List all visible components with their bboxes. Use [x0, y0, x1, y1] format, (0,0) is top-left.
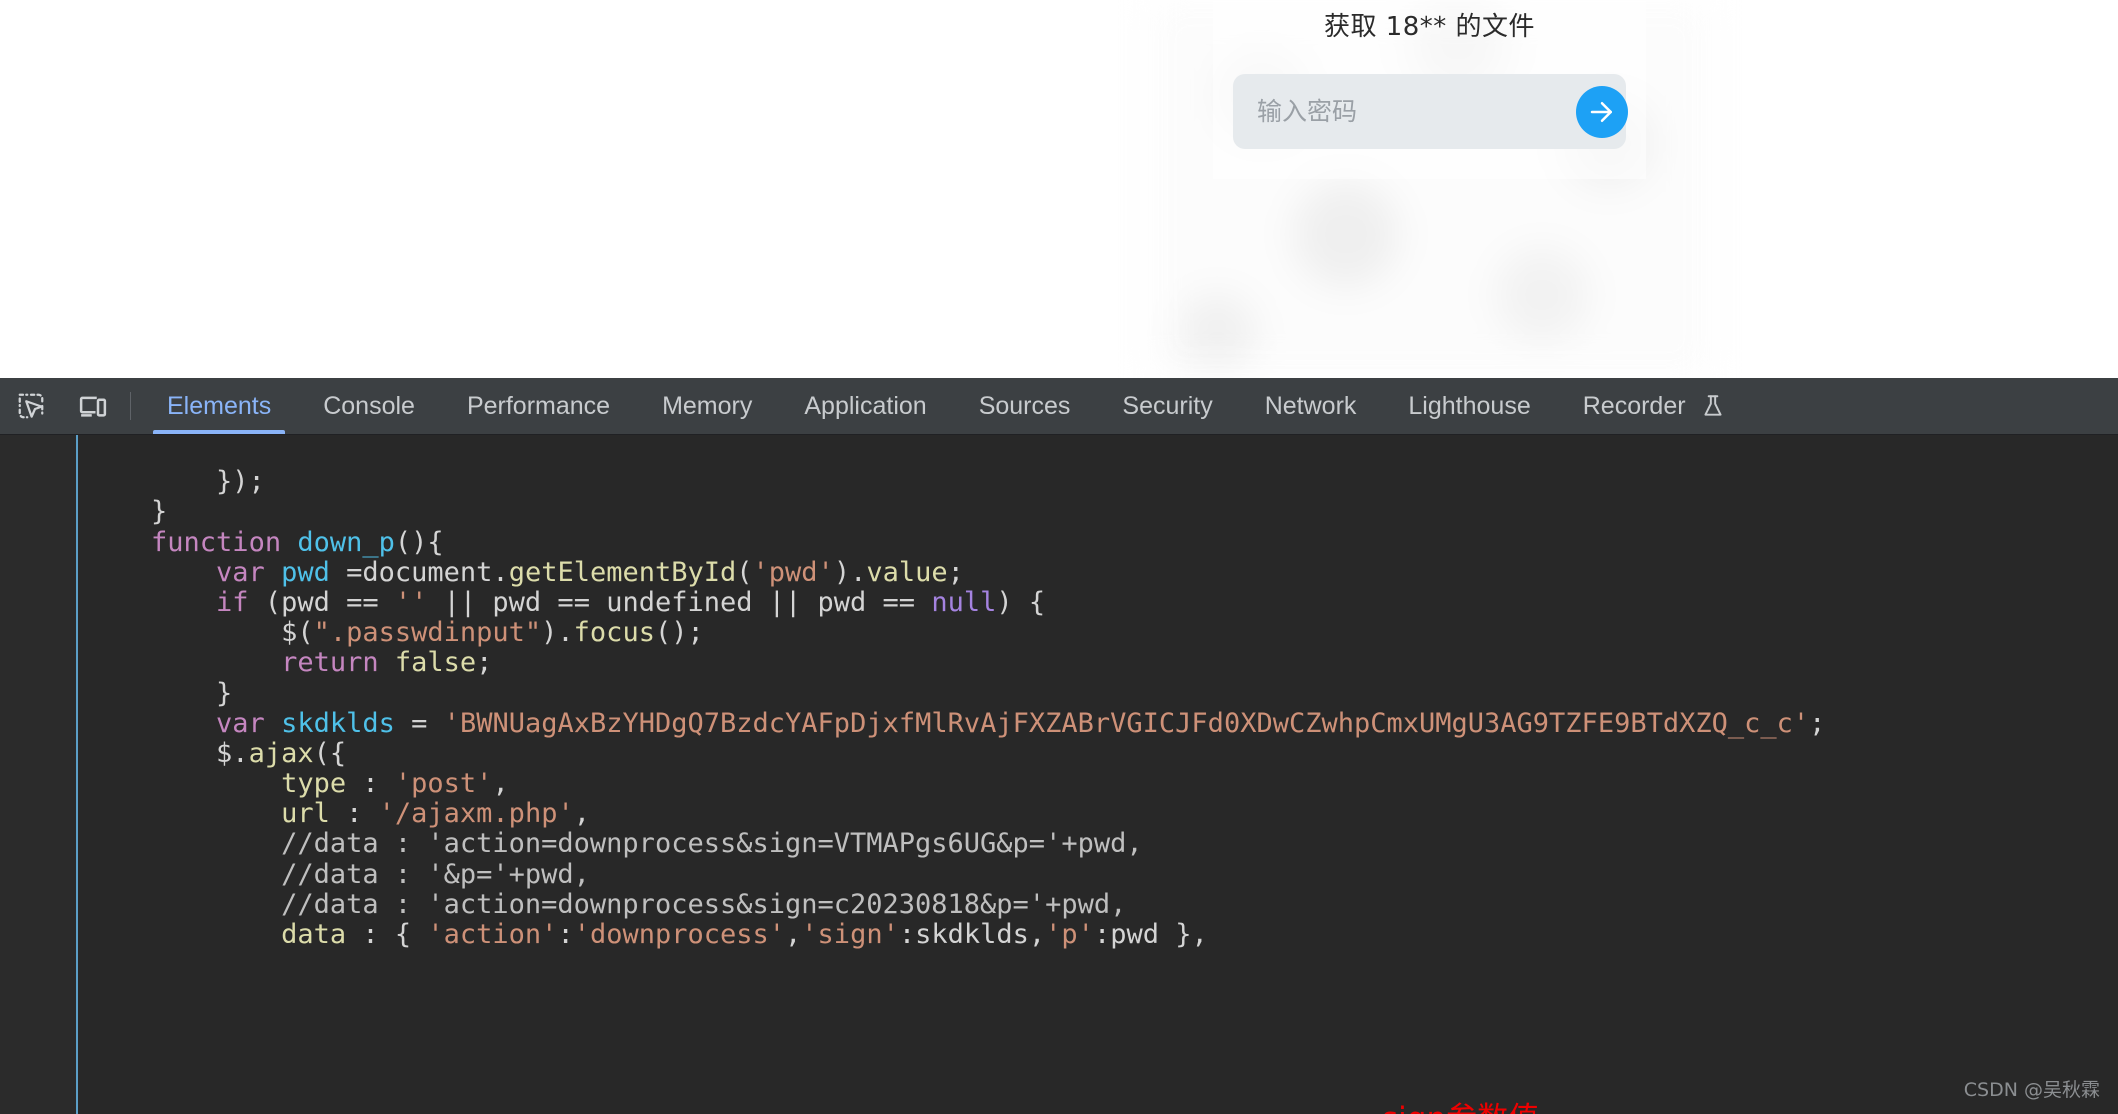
- web-page-area: 获取 18** 的文件: [0, 0, 2118, 378]
- tab-network-label: Network: [1264, 391, 1357, 420]
- tab-performance[interactable]: Performance: [441, 378, 636, 434]
- tab-application-label: Application: [804, 391, 927, 420]
- toolbar-divider: [130, 392, 131, 420]
- experiment-flask-icon: [1700, 393, 1726, 419]
- page-title: 获取 18** 的文件: [1323, 12, 1536, 42]
- code-line: data : { 'action':'downprocess','sign':s…: [281, 919, 1208, 951]
- code-line: });: [86, 466, 265, 498]
- tab-lighthouse[interactable]: Lighthouse: [1382, 378, 1556, 434]
- code-line: var pwd =document.getElementById('pwd').…: [216, 556, 964, 588]
- code-line: return false;: [281, 647, 493, 679]
- tab-sources[interactable]: Sources: [953, 378, 1097, 434]
- inspect-element-button[interactable]: [0, 378, 62, 434]
- commented-data-line: //data : 'action=downprocess&sign=VTMAPg…: [86, 828, 1143, 860]
- watermark: CSDN @吴秋霖: [1963, 1079, 2100, 1101]
- tab-network[interactable]: Network: [1239, 378, 1383, 434]
- tab-console[interactable]: Console: [297, 378, 441, 434]
- tab-lighthouse-label: Lighthouse: [1408, 391, 1531, 420]
- commented-data-line: //data : 'action=downprocess&sign=c20230…: [86, 888, 1127, 920]
- code-line: //data : '&p='+pwd,: [86, 858, 2118, 890]
- screenshot-root: 获取 18** 的文件 输入密码 Elements Console Perfor…: [0, 0, 2118, 1114]
- code-line: function down_p(){: [151, 526, 444, 558]
- device-toolbar-button[interactable]: [62, 378, 124, 434]
- tab-sources-label: Sources: [978, 391, 1071, 420]
- sign-value: BWNUagAxBzYHDgQ7BzdcYAFpDjxfMlRvAjFXZABr…: [459, 707, 1793, 739]
- code-line: }: [86, 496, 168, 528]
- code-line: $(".passwdinput").focus();: [86, 617, 704, 649]
- devtools-panel: Elements Console Performance Memory Appl…: [0, 378, 2118, 1114]
- tab-application[interactable]: Application: [778, 378, 952, 434]
- code-line: $.ajax({: [86, 737, 347, 769]
- code-content: }); } function down_p(){ var pwd =docume…: [86, 437, 2118, 1114]
- arrow-right-icon: [1587, 97, 1617, 127]
- editor-gutter: [0, 435, 78, 1114]
- submit-button[interactable]: [1576, 85, 1628, 138]
- download-password-panel: 获取 18** 的文件: [1213, 0, 1646, 179]
- tab-memory-label: Memory: [662, 391, 753, 420]
- inspect-element-icon: [16, 391, 46, 421]
- source-code-viewer[interactable]: }); } function down_p(){ var pwd =docume…: [0, 435, 2118, 1114]
- code-line: }: [86, 677, 233, 709]
- tab-security-label: Security: [1122, 391, 1213, 420]
- password-input-row[interactable]: [1233, 74, 1628, 149]
- tab-console-label: Console: [323, 391, 415, 420]
- sign-variable-name: skdklds: [281, 707, 395, 739]
- code-line: url : '/ajaxm.php',: [281, 798, 590, 830]
- tab-elements[interactable]: Elements: [141, 378, 297, 434]
- code-line: //data : 'action=downprocess&sign=VTMAPg…: [86, 829, 2118, 859]
- code-line: type : 'post',: [281, 768, 509, 800]
- tab-security[interactable]: Security: [1096, 378, 1238, 434]
- sign-annotation-label: sign参数值: [1382, 1093, 1539, 1114]
- device-toolbar-icon: [78, 391, 108, 421]
- code-line: var skdklds = 'BWNUagAxBzYHDgQ7BzdcYAFpD…: [216, 707, 1826, 739]
- devtools-toolbar: Elements Console Performance Memory Appl…: [0, 378, 2118, 435]
- devtools-tab-strip: Elements Console Performance Memory Appl…: [141, 378, 2118, 434]
- tab-recorder[interactable]: Recorder: [1557, 378, 1752, 434]
- tab-recorder-label: Recorder: [1582, 391, 1686, 420]
- commented-data-line: //data : '&p='+pwd,: [86, 858, 590, 890]
- tab-elements-label: Elements: [167, 391, 272, 420]
- code-line: if (pwd == '' || pwd == undefined || pwd…: [216, 586, 1046, 618]
- password-input[interactable]: [1255, 96, 1576, 127]
- tab-performance-label: Performance: [466, 391, 611, 420]
- tab-memory[interactable]: Memory: [636, 378, 778, 434]
- code-line: //data : 'action=downprocess&sign=c20230…: [86, 888, 2118, 920]
